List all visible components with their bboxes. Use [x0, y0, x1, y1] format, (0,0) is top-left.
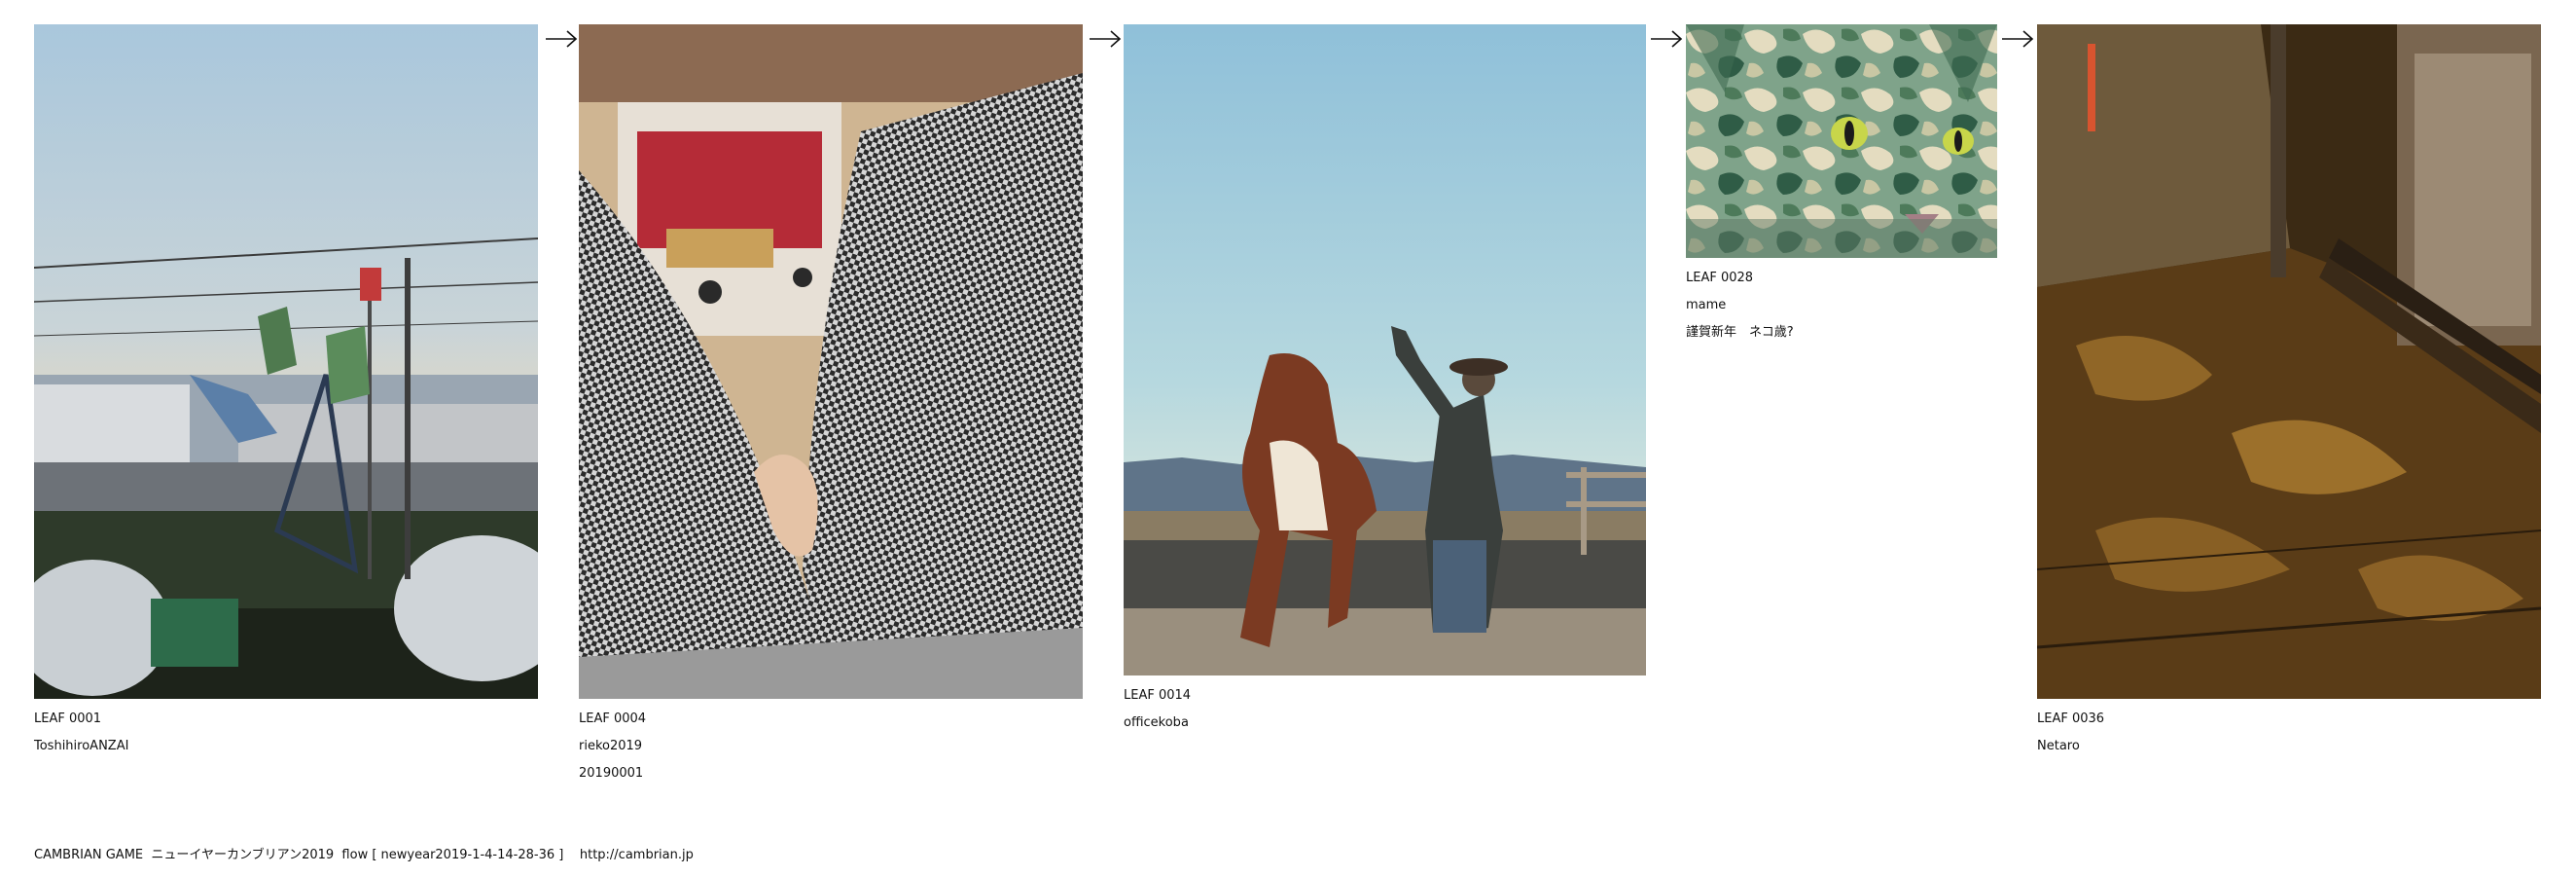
- leaf-id: LEAF 0036: [2037, 712, 2105, 726]
- right-arrow-icon: [1651, 30, 1683, 48]
- leaf-author[interactable]: Netaro: [2037, 733, 2541, 760]
- leaf-photo[interactable]: [1686, 24, 1997, 258]
- leaf-photo[interactable]: [1124, 24, 1646, 675]
- leaf-id: LEAF 0028: [1686, 271, 1754, 285]
- leaf-card[interactable]: LEAF 0004 rieko2019 20190001: [579, 24, 1083, 787]
- leaf-comment: 謹賀新年 ネコ歳?: [1686, 325, 1794, 340]
- leaf-author[interactable]: rieko2019: [579, 733, 1083, 760]
- leaf-id: LEAF 0004: [579, 712, 647, 726]
- site-footer: CAMBRIAN GAME ニューイヤーカンブリアン2019 flow [ ne…: [34, 848, 694, 862]
- leaf-author[interactable]: ToshihiroANZAI: [34, 733, 538, 760]
- leaf-card[interactable]: LEAF 0036 Netaro: [2037, 24, 2541, 760]
- leaf-card[interactable]: LEAF 0028 mame 謹賀新年 ネコ歳?: [1686, 24, 1997, 347]
- leaf-author[interactable]: officekoba: [1124, 710, 1646, 737]
- leaf-comment: 20190001: [579, 766, 644, 781]
- right-arrow-icon: [1090, 30, 1122, 48]
- leaf-card[interactable]: LEAF 0014 officekoba: [1124, 24, 1646, 737]
- leaf-photo[interactable]: [2037, 24, 2541, 699]
- leaf-photo[interactable]: [579, 24, 1083, 699]
- leaf-id: LEAF 0014: [1124, 688, 1192, 703]
- leaf-card[interactable]: LEAF 0001 ToshihiroANZAI: [34, 24, 538, 760]
- right-arrow-icon: [2002, 30, 2034, 48]
- leaf-id: LEAF 0001: [34, 712, 102, 726]
- leaf-photo[interactable]: [34, 24, 538, 699]
- leaf-author[interactable]: mame: [1686, 292, 1997, 319]
- right-arrow-icon: [546, 30, 578, 48]
